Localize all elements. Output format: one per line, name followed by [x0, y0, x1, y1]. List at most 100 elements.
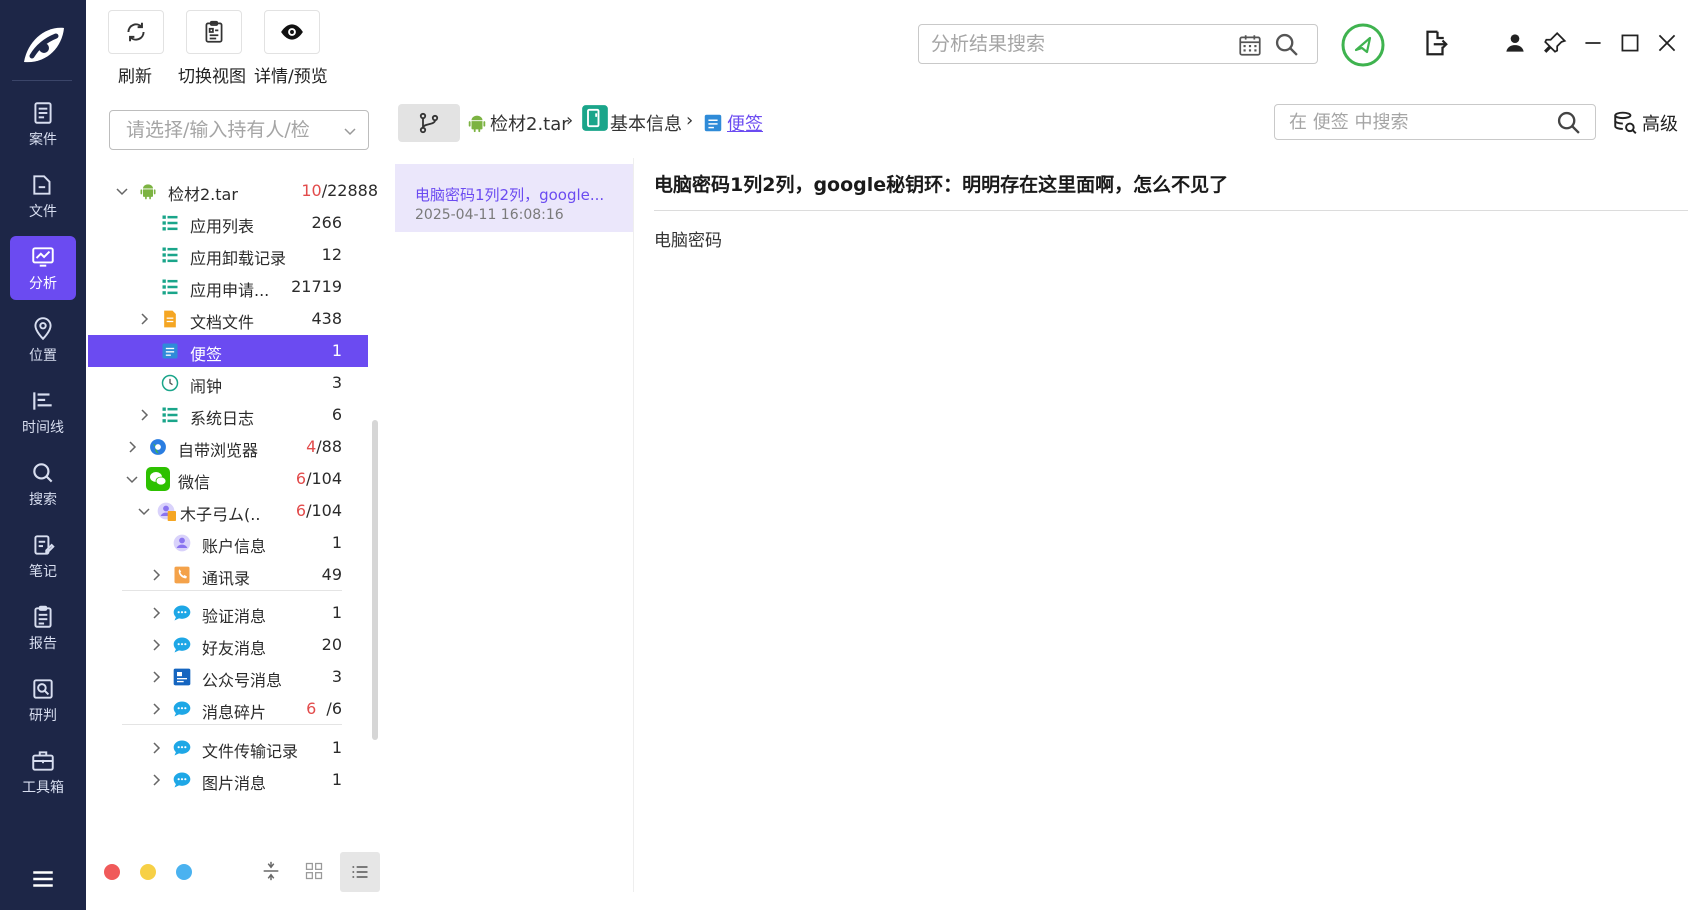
chevron-right-icon[interactable] [148, 740, 164, 756]
tree-item-alarm[interactable]: 闹钟 3 [96, 367, 368, 399]
tree-item-contacts[interactable]: 通讯录 49 [96, 559, 368, 591]
nav-files-label: 文件 [29, 203, 57, 220]
tree-item-image-msg[interactable]: 图片消息 1 [96, 764, 368, 796]
export-icon[interactable] [1420, 28, 1450, 58]
chevron-down-icon[interactable] [114, 183, 130, 199]
tree-label: 木子弓ム(... [180, 505, 260, 524]
nav-judge[interactable]: 研判 [10, 668, 76, 732]
tree-count: 10/22888 [301, 181, 378, 200]
nav-files[interactable]: 文件 [10, 164, 76, 228]
tree-label: 检材2.tar [168, 185, 238, 204]
menu-icon[interactable] [30, 866, 56, 892]
tree-item-browser[interactable]: 自带浏览器 4/88 [96, 431, 368, 463]
nav-timeline[interactable]: 时间线 [10, 380, 76, 444]
list-view-button[interactable] [340, 852, 380, 892]
refresh-button[interactable] [108, 10, 164, 54]
tree-item-wechat[interactable]: 微信 6/104 [96, 463, 368, 495]
location-icon [34, 316, 52, 340]
content-search-box[interactable] [1274, 104, 1596, 140]
nav-location[interactable]: 位置 [10, 308, 76, 372]
user-icon[interactable] [1502, 30, 1528, 56]
content-search-input[interactable] [1289, 105, 1549, 139]
details-preview-button[interactable] [264, 10, 320, 54]
tree-item-documents[interactable]: 文档文件 438 [96, 303, 368, 335]
tree-item-notes[interactable]: 便签 1 [88, 335, 368, 367]
chevron-down-icon[interactable] [136, 503, 152, 519]
avatar-icon [173, 534, 191, 552]
chevron-right-icon[interactable] [148, 669, 164, 685]
grid-view-icon[interactable] [304, 861, 324, 881]
tree-count: 3 [331, 373, 342, 392]
report-icon [34, 605, 52, 628]
tree-label: 图片消息 [202, 774, 267, 793]
tree-item-app-request[interactable]: 应用申请... 21719 [96, 271, 368, 303]
breadcrumb-item[interactable]: 基本信息 [610, 110, 682, 136]
tree-count: 1 [331, 341, 342, 360]
tree-label: 文件传输记录 [202, 742, 299, 761]
tree-label: 账户信息 [202, 537, 267, 556]
tree-item-public-msg[interactable]: 公众号消息 3 [96, 661, 368, 693]
switch-view-label: 切换视图 [178, 67, 246, 87]
tree-scrollbar[interactable] [372, 420, 378, 740]
clock-icon [161, 374, 179, 392]
tree-item-friend-msg[interactable]: 好友消息 20 [96, 629, 368, 661]
owner-select[interactable] [109, 110, 369, 150]
chat-bubble-icon [173, 772, 191, 788]
search-icon[interactable] [1273, 31, 1301, 59]
search-icon[interactable] [1555, 109, 1583, 137]
nav-report-label: 报告 [29, 635, 57, 652]
nav-toolbox[interactable]: 工具箱 [10, 740, 76, 804]
list-item[interactable]: 电脑密码1列2列，google... 2025-04-11 16:08:16 [395, 164, 633, 232]
chevron-right-icon[interactable] [148, 772, 164, 788]
tree-item-msg-fragments[interactable]: 消息碎片 6 /6 [96, 693, 368, 725]
judge-icon [33, 678, 53, 699]
switch-view-button[interactable] [186, 10, 242, 54]
nav-report[interactable]: 报告 [10, 596, 76, 660]
advanced-search-button[interactable]: 高级 [1612, 108, 1678, 138]
yellow-filter-dot[interactable] [140, 864, 156, 880]
result-search-input[interactable] [931, 25, 1231, 63]
tree-item-app-list[interactable]: 应用列表 266 [96, 207, 368, 239]
calendar-icon[interactable] [1237, 32, 1263, 58]
collapse-all-icon[interactable] [260, 860, 282, 882]
blue-filter-dot[interactable] [176, 864, 192, 880]
breadcrumb-item[interactable]: 检材2.tar [490, 110, 569, 136]
chevron-right-icon[interactable] [148, 567, 164, 583]
chevron-down-icon[interactable] [124, 471, 140, 487]
chevron-right-icon[interactable] [124, 439, 140, 455]
tree-item-account-info[interactable]: 账户信息 1 [96, 527, 368, 559]
tree-count: 6/104 [295, 501, 342, 520]
tree-item-verify-msg[interactable]: 验证消息 1 [96, 597, 368, 629]
owner-select-input[interactable] [126, 111, 336, 149]
chevron-right-icon[interactable] [148, 637, 164, 653]
chevron-right-icon[interactable] [148, 605, 164, 621]
chevron-right-icon[interactable] [148, 701, 164, 717]
chevron-down-icon [344, 128, 356, 136]
nav-analysis[interactable]: 分析 [10, 236, 76, 300]
chevron-right-icon[interactable] [136, 407, 152, 423]
breadcrumb-current[interactable]: 便签 [727, 110, 763, 136]
notes-icon [704, 114, 722, 132]
tree-count: 438 [311, 309, 342, 328]
nav-notes[interactable]: 笔记 [10, 524, 76, 588]
database-search-icon [1614, 111, 1637, 134]
tree-label: 文档文件 [190, 313, 255, 332]
branch-view-button[interactable] [398, 104, 460, 142]
minimize-icon[interactable] [1580, 30, 1606, 56]
tree-item-file-transfer[interactable]: 文件传输记录 1 [96, 732, 368, 764]
breadcrumb-separator: › [566, 110, 574, 131]
maximize-icon[interactable] [1617, 30, 1643, 56]
red-filter-dot[interactable] [104, 864, 120, 880]
pin-icon[interactable] [1542, 30, 1568, 56]
tree-item-app-uninstall[interactable]: 应用卸载记录 12 [96, 239, 368, 271]
status-indicator-icon[interactable] [1340, 22, 1386, 68]
tree-item-wechat-account[interactable]: 木子弓ム(... 6/104 [96, 495, 368, 527]
chevron-right-icon[interactable] [136, 311, 152, 327]
close-icon[interactable] [1654, 30, 1680, 56]
nav-search[interactable]: 搜索 [10, 452, 76, 516]
result-search-box[interactable] [918, 24, 1318, 64]
tree-item-syslog[interactable]: 系统日志 6 [96, 399, 368, 431]
tree-item-evidence-root[interactable]: 检材2.tar 10/22888 [96, 175, 378, 207]
wechat-icon [146, 467, 170, 491]
nav-case[interactable]: 案件 [10, 92, 76, 156]
